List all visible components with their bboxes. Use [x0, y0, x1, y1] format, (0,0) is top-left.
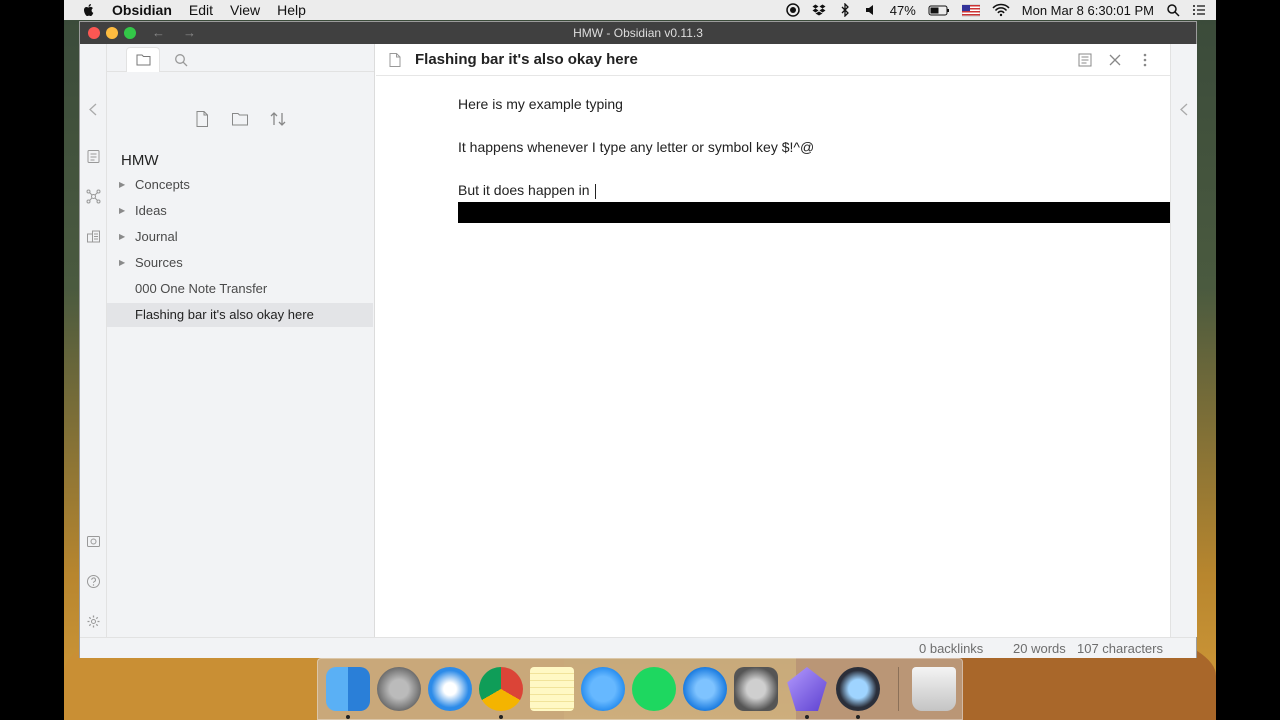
expand-right-sidebar-icon[interactable] — [1177, 102, 1192, 117]
folder-sources[interactable]: ▶ Sources — [107, 251, 373, 275]
left-ribbon — [80, 44, 107, 637]
bluetooth-icon[interactable] — [838, 3, 852, 17]
running-indicator — [805, 715, 809, 719]
file-label: Flashing bar it's also okay here — [135, 307, 314, 322]
trash-icon[interactable] — [912, 667, 956, 711]
chrome-icon[interactable] — [479, 667, 523, 711]
finder-icon[interactable] — [326, 667, 370, 711]
tab-file-explorer[interactable] — [126, 47, 160, 72]
word-count: 20 words — [1013, 641, 1066, 656]
dock-separator — [898, 667, 899, 711]
open-quick-switcher-icon[interactable] — [86, 149, 101, 164]
character-count: 107 characters — [1077, 641, 1163, 656]
open-vault-icon[interactable] — [86, 534, 101, 549]
spotify-icon[interactable] — [632, 667, 676, 711]
minimize-window-button[interactable] — [106, 27, 118, 39]
dock — [317, 658, 963, 720]
us-flag-icon[interactable] — [961, 3, 980, 17]
history-nav: ←→ — [152, 22, 214, 44]
tab-search[interactable] — [164, 47, 198, 72]
graph-view-icon[interactable] — [86, 189, 101, 204]
app-store-icon[interactable] — [683, 667, 727, 711]
sidebar-tabs — [107, 44, 374, 72]
window-title: HMW - Obsidian v0.11.3 — [573, 26, 703, 40]
file-icon — [389, 53, 401, 67]
note-title[interactable]: Flashing bar it's also okay here — [415, 51, 638, 68]
status-bar: 0 backlinks 20 words 107 characters — [80, 637, 1196, 658]
wifi-icon[interactable] — [992, 3, 1010, 17]
maximize-window-button[interactable] — [124, 27, 136, 39]
folder-label: Concepts — [135, 177, 190, 192]
editor-line[interactable]: It happens whenever I type any letter or… — [458, 139, 814, 155]
quicktime-icon[interactable] — [836, 667, 880, 711]
collapse-triangle-icon: ▶ — [119, 232, 126, 241]
notes-icon[interactable] — [530, 667, 574, 711]
file-flashing-bar[interactable]: Flashing bar it's also okay here — [107, 303, 373, 327]
text-caret — [595, 183, 597, 199]
settings-gear-icon[interactable] — [86, 614, 101, 629]
flashing-black-bar — [458, 202, 1196, 223]
right-ribbon — [1170, 44, 1197, 637]
menu-clock[interactable]: Mon Mar 8 6:30:01 PM — [1022, 3, 1154, 18]
collapse-triangle-icon: ▶ — [119, 258, 126, 267]
running-indicator — [346, 715, 350, 719]
folder-concepts[interactable]: ▶ Concepts — [107, 173, 373, 197]
battery-icon[interactable] — [928, 3, 950, 17]
folder-label: Ideas — [135, 203, 167, 218]
dropbox-icon[interactable] — [812, 3, 826, 17]
collapse-sidebar-icon[interactable] — [86, 102, 101, 117]
messages-icon[interactable] — [581, 667, 625, 711]
new-note-icon[interactable] — [193, 110, 211, 128]
forward-arrow-icon[interactable]: → — [183, 25, 214, 40]
back-arrow-icon[interactable]: ← — [152, 25, 183, 40]
window-controls — [88, 27, 136, 39]
file-label: 000 One Note Transfer — [135, 281, 268, 296]
editor-line-text: But it does happen in — [458, 182, 594, 198]
launchpad-icon[interactable] — [377, 667, 421, 711]
help-icon[interactable] — [86, 574, 101, 589]
menu-edit[interactable]: Edit — [189, 2, 213, 18]
safari-icon[interactable] — [428, 667, 472, 711]
editor-pane: Flashing bar it's also okay here Here is… — [376, 44, 1170, 637]
system-preferences-icon[interactable] — [734, 667, 778, 711]
sort-icon[interactable] — [269, 110, 287, 128]
folder-icon — [136, 54, 151, 66]
file-explorer: HMW ▶ Concepts ▶ Ideas ▶ Journal ▶ Sourc… — [107, 44, 375, 637]
notification-center-icon[interactable] — [1192, 3, 1206, 17]
menu-view[interactable]: View — [230, 2, 260, 18]
menu-app-name[interactable]: Obsidian — [112, 2, 172, 18]
close-window-button[interactable] — [88, 27, 100, 39]
folder-label: Journal — [135, 229, 178, 244]
running-indicator — [499, 715, 503, 719]
window-titlebar: ←→ HMW - Obsidian v0.11.3 — [80, 22, 1196, 44]
folder-label: Sources — [135, 255, 183, 270]
new-folder-icon[interactable] — [231, 110, 249, 128]
collapse-triangle-icon: ▶ — [119, 180, 126, 189]
search-icon — [175, 54, 188, 67]
toggle-preview-icon[interactable] — [1077, 52, 1093, 68]
screen-record-icon[interactable] — [785, 3, 800, 17]
daily-note-icon[interactable] — [86, 229, 101, 244]
battery-percent: 47% — [889, 2, 916, 18]
menu-help[interactable]: Help — [277, 2, 306, 18]
collapse-triangle-icon: ▶ — [119, 206, 126, 215]
running-indicator — [856, 715, 860, 719]
folder-ideas[interactable]: ▶ Ideas — [107, 199, 373, 223]
close-pane-icon[interactable] — [1107, 52, 1123, 68]
backlinks-count[interactable]: 0 backlinks — [919, 641, 983, 656]
apple-menu-icon[interactable] — [82, 3, 96, 17]
obsidian-icon[interactable] — [787, 667, 827, 711]
menu-bar: Obsidian Edit View Help 47% Mon Mar 8 6:… — [64, 0, 1216, 20]
editor-header: Flashing bar it's also okay here — [376, 44, 1170, 76]
more-options-icon[interactable] — [1137, 52, 1153, 68]
folder-journal[interactable]: ▶ Journal — [107, 225, 373, 249]
vault-name[interactable]: HMW — [121, 152, 159, 169]
editor-line[interactable]: Here is my example typing — [458, 96, 623, 112]
volume-icon[interactable] — [864, 3, 878, 17]
editor-line-current[interactable]: But it does happen in — [458, 182, 597, 199]
file-one-note-transfer[interactable]: 000 One Note Transfer — [107, 277, 373, 301]
spotlight-search-icon[interactable] — [1166, 3, 1180, 17]
obsidian-window: ←→ HMW - Obsidian v0.11.3 HMW ▶ Concepts — [79, 21, 1197, 658]
